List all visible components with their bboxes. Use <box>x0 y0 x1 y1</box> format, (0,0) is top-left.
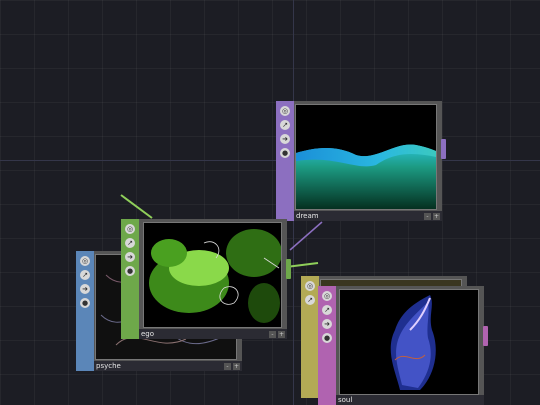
render-icon[interactable]: ➜ <box>322 319 332 329</box>
add-button[interactable]: + <box>233 363 240 370</box>
node-label: ego <box>141 330 155 338</box>
bypass-icon[interactable]: ↗ <box>322 305 332 315</box>
output-connector[interactable] <box>286 259 291 279</box>
node-ego[interactable]: ◎ ↗ ➜ ● ego - + <box>121 219 291 339</box>
output-connector[interactable] <box>483 326 488 346</box>
close-button[interactable]: - <box>424 213 431 220</box>
viewer-icon[interactable]: ◎ <box>280 106 290 116</box>
node-footer <box>139 329 287 339</box>
lock-icon[interactable]: ● <box>280 148 290 158</box>
bypass-icon[interactable]: ↗ <box>305 295 315 305</box>
lock-icon[interactable]: ● <box>80 298 90 308</box>
node-label: soul <box>338 396 353 404</box>
bypass-icon[interactable]: ↗ <box>125 238 135 248</box>
node-label: psyche <box>96 362 121 370</box>
node-sidebar <box>76 251 94 371</box>
node-sidebar <box>276 101 294 221</box>
viewer-icon[interactable]: ◎ <box>80 256 90 266</box>
node-soul[interactable]: ◎ ↗ ➜ ● soul <box>318 286 488 405</box>
preview-ego <box>143 222 282 328</box>
output-connector[interactable] <box>441 139 446 159</box>
preview-dream <box>295 104 437 210</box>
node-label: dream <box>296 212 319 220</box>
add-button[interactable]: + <box>433 213 440 220</box>
viewer-icon[interactable]: ◎ <box>125 224 135 234</box>
node-sidebar <box>121 219 139 339</box>
render-icon[interactable]: ➜ <box>125 252 135 262</box>
node-footer <box>336 395 484 405</box>
viewer-icon[interactable]: ◎ <box>305 281 315 291</box>
close-button[interactable]: - <box>224 363 231 370</box>
render-icon[interactable]: ➜ <box>80 284 90 294</box>
render-icon[interactable]: ➜ <box>280 134 290 144</box>
add-button[interactable]: + <box>278 331 285 338</box>
wire-ego-in <box>120 194 153 219</box>
wire-dream-ego <box>289 221 323 251</box>
node-sidebar <box>318 286 336 405</box>
lock-icon[interactable]: ● <box>322 333 332 343</box>
close-button[interactable]: - <box>269 331 276 338</box>
preview-soul <box>339 289 479 395</box>
lock-icon[interactable]: ● <box>125 266 135 276</box>
bypass-icon[interactable]: ↗ <box>280 120 290 130</box>
node-dream[interactable]: ◎ ↗ ➜ ● dream - + <box>276 101 446 221</box>
bypass-icon[interactable]: ↗ <box>80 270 90 280</box>
viewer-icon[interactable]: ◎ <box>322 291 332 301</box>
